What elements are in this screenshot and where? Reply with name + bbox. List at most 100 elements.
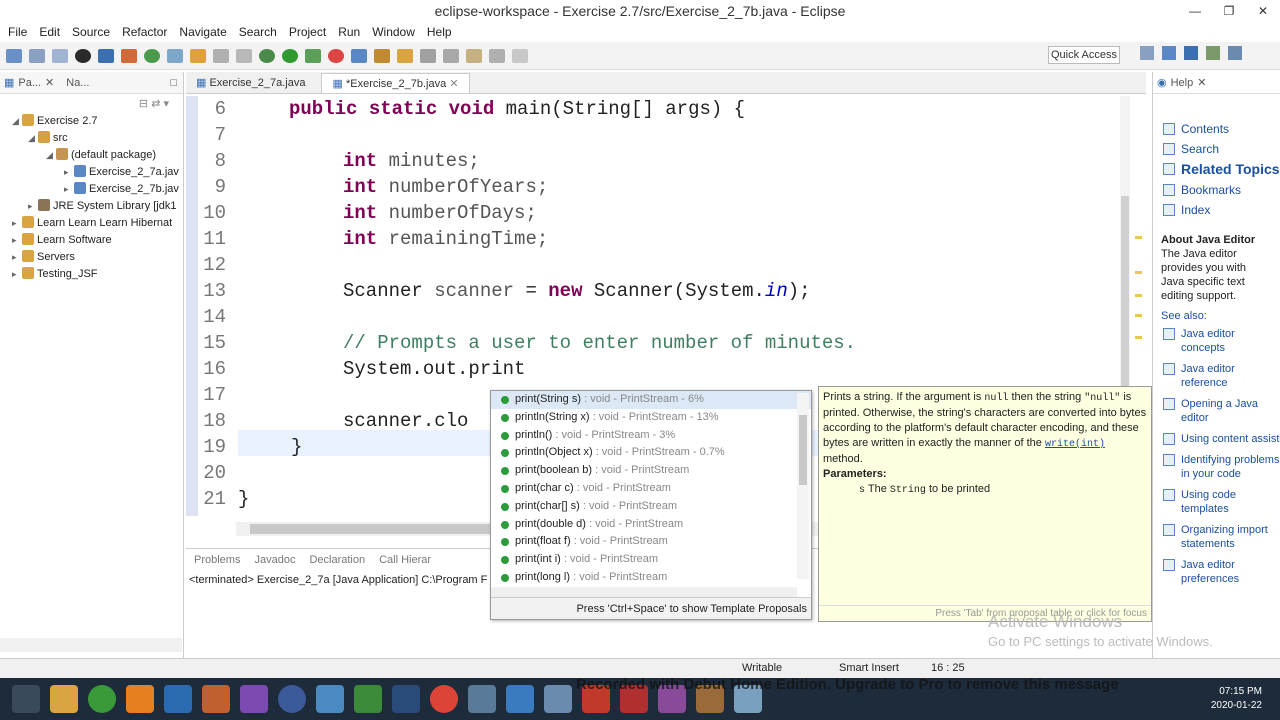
save-all-icon[interactable]: [52, 48, 68, 63]
vlc-icon[interactable]: [126, 685, 154, 713]
quick-access-input[interactable]: Quick Access: [1048, 46, 1120, 64]
tree-item-package[interactable]: ◢ (default package): [0, 147, 183, 164]
code-line-current[interactable]: System.out.print: [343, 356, 525, 382]
next-annotation-icon[interactable]: [420, 48, 436, 63]
tab-help[interactable]: Help: [1171, 77, 1194, 89]
tree-item-src[interactable]: ◢ src: [0, 130, 183, 147]
proposal-item[interactable]: print(float f) : void - PrintStream: [491, 533, 811, 551]
tree-item-learn-software[interactable]: ▸ Learn Software: [0, 232, 183, 249]
horizontal-scrollbar[interactable]: [0, 638, 182, 652]
menu-project[interactable]: Project: [285, 25, 334, 39]
menu-help[interactable]: Help: [423, 25, 460, 39]
app-icon[interactable]: [164, 685, 192, 713]
debug-run-icon[interactable]: [259, 48, 275, 63]
prev-annotation-icon[interactable]: [443, 48, 459, 63]
menu-search[interactable]: Search: [235, 25, 285, 39]
help-link-editor-concepts[interactable]: Java editor concepts: [1153, 327, 1280, 355]
tab-problems[interactable]: Problems: [194, 554, 240, 566]
code-line[interactable]: int numberOfYears;: [343, 174, 548, 200]
chrome-icon[interactable]: [430, 685, 458, 713]
menu-window[interactable]: Window: [368, 25, 423, 39]
system-clock[interactable]: 07:15 PM 2020-01-22: [1211, 685, 1262, 713]
tree-item-project[interactable]: ◢ Exercise 2.7: [0, 113, 183, 130]
toggle-icon[interactable]: [167, 48, 183, 63]
tree-item-jre[interactable]: ▸ JRE System Library [jdk1: [0, 198, 183, 215]
tree-item-file-b[interactable]: ▸ Exercise_2_7b.jav: [0, 181, 183, 198]
app-icon[interactable]: [544, 685, 572, 713]
help-bookmarks-link[interactable]: Bookmarks: [1153, 183, 1280, 197]
tab-exercise-2-7a[interactable]: ▦ Exercise_2_7a.java: [186, 73, 315, 93]
new-icon[interactable]: [6, 48, 22, 63]
help-contents-link[interactable]: Contents: [1153, 122, 1280, 136]
search-icon[interactable]: [397, 48, 413, 63]
new-class-icon[interactable]: [351, 48, 367, 63]
tab-javadoc[interactable]: Javadoc: [254, 554, 295, 566]
close-icon[interactable]: ✕: [1246, 0, 1280, 22]
view-menu-icon[interactable]: ▾: [163, 98, 169, 110]
forward-icon[interactable]: [512, 48, 528, 63]
proposal-scrollbar[interactable]: [797, 393, 809, 579]
java-ee-perspective-icon[interactable]: [1162, 46, 1176, 60]
help-link-identifying-problems[interactable]: Identifying problems in your code: [1153, 453, 1280, 481]
proposal-item[interactable]: print(String s) : void - PrintStream - 6…: [491, 391, 811, 409]
web-perspective-icon[interactable]: [1228, 46, 1242, 60]
collapse-all-icon[interactable]: ⊟: [139, 98, 148, 110]
proposal-item[interactable]: print(char[] s) : void - PrintStream: [491, 498, 811, 516]
close-icon[interactable]: ✕: [1197, 76, 1206, 89]
tasks-icon[interactable]: [121, 48, 137, 63]
minimize-icon[interactable]: □: [170, 77, 177, 89]
back-icon[interactable]: [489, 48, 505, 63]
help-link-organizing-imports[interactable]: Organizing import statements: [1153, 523, 1280, 551]
proposal-item[interactable]: print(int i) : void - PrintStream: [491, 551, 811, 569]
help-search-link[interactable]: Search: [1153, 142, 1280, 156]
tree-item-file-a[interactable]: ▸ Exercise_2_7a.jav: [0, 164, 183, 181]
debug-icon[interactable]: [75, 48, 91, 63]
write-link[interactable]: write(int): [1045, 439, 1105, 450]
open-type-icon[interactable]: [374, 48, 390, 63]
proposal-item[interactable]: println(String x) : void - PrintStream -…: [491, 409, 811, 427]
code-line[interactable]: }: [291, 434, 302, 460]
close-icon[interactable]: ✕: [449, 78, 458, 90]
app-icon[interactable]: [316, 685, 344, 713]
proposal-item[interactable]: print(long l) : void - PrintStream: [491, 569, 811, 587]
help-related-topics-link[interactable]: Related Topics: [1153, 162, 1280, 177]
help-link-code-templates[interactable]: Using code templates: [1153, 488, 1280, 516]
app-icon[interactable]: [468, 685, 496, 713]
code-line[interactable]: public static void main(String[] args) {: [289, 96, 745, 122]
code-line[interactable]: int minutes;: [343, 148, 480, 174]
proposal-item[interactable]: print(double d) : void - PrintStream: [491, 516, 811, 534]
proposal-item[interactable]: print(char c) : void - PrintStream: [491, 480, 811, 498]
tree-item-servers[interactable]: ▸ Servers: [0, 249, 183, 266]
menu-run[interactable]: Run: [334, 25, 368, 39]
menu-navigate[interactable]: Navigate: [175, 25, 234, 39]
visual-studio-icon[interactable]: [240, 685, 268, 713]
proposal-horizontal-scrollbar[interactable]: [491, 587, 797, 597]
help-index-link[interactable]: Index: [1153, 203, 1280, 217]
tree-item-testing-jsf[interactable]: ▸ Testing_JSF: [0, 266, 183, 283]
menu-file[interactable]: File: [4, 25, 35, 39]
close-icon[interactable]: ✕: [45, 76, 54, 89]
code-line[interactable]: scanner.clo: [343, 408, 468, 434]
save-icon[interactable]: [29, 48, 45, 63]
refresh-icon[interactable]: [144, 48, 160, 63]
app-icon[interactable]: [354, 685, 382, 713]
help-link-content-assist[interactable]: Using content assist: [1153, 432, 1280, 446]
tree-item-hibernate[interactable]: ▸ Learn Learn Learn Hibernat: [0, 215, 183, 232]
help-link-editor-preferences[interactable]: Java editor preferences: [1153, 558, 1280, 586]
proposal-item[interactable]: println(Object x) : void - PrintStream -…: [491, 444, 811, 462]
app-icon[interactable]: [88, 685, 116, 713]
block-selection-icon[interactable]: [236, 48, 252, 63]
app-icon[interactable]: [202, 685, 230, 713]
code-comment[interactable]: // Prompts a user to enter number of min…: [343, 330, 856, 356]
file-explorer-icon[interactable]: [50, 685, 78, 713]
tab-exercise-2-7b[interactable]: ▦ *Exercise_2_7b.java ✕: [321, 73, 470, 93]
link-editor-icon[interactable]: ⇄: [151, 98, 160, 110]
code-line[interactable]: }: [238, 486, 249, 512]
proposal-item[interactable]: print(boolean b) : void - PrintStream: [491, 462, 811, 480]
open-perspective-icon[interactable]: [1140, 46, 1154, 60]
run-icon[interactable]: [282, 48, 298, 63]
code-line[interactable]: Scanner scanner = new Scanner(System.in)…: [343, 278, 811, 304]
coverage-icon[interactable]: [305, 48, 321, 63]
restore-icon[interactable]: ❐: [1212, 0, 1246, 22]
code-line[interactable]: int numberOfDays;: [343, 200, 537, 226]
